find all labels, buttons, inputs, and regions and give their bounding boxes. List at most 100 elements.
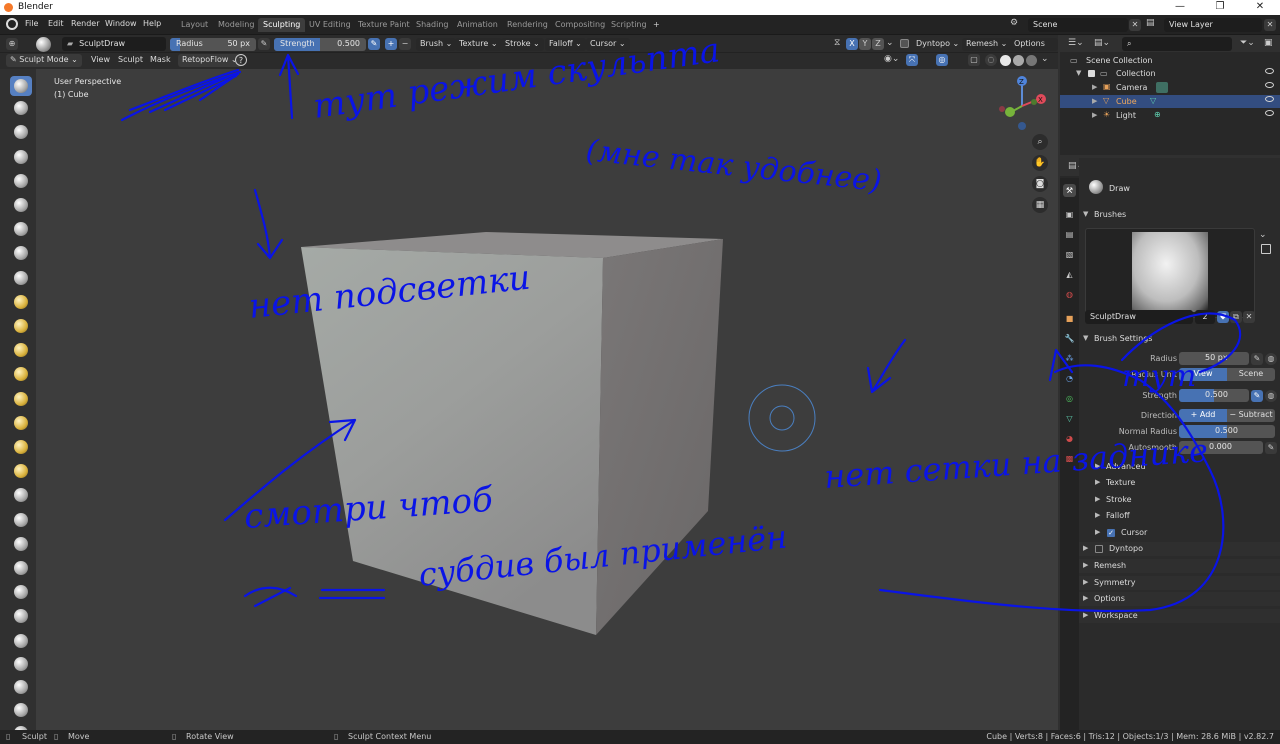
- strength-unified-icon[interactable]: ◍: [1265, 390, 1277, 402]
- dyntopo-panel-checkbox[interactable]: [1095, 545, 1103, 553]
- symmetry-x-toggle[interactable]: X: [846, 38, 858, 50]
- subpanel-falloff[interactable]: ▶ Falloff: [1091, 509, 1280, 523]
- tool-clay-icon[interactable]: [10, 122, 32, 142]
- radius-unit-view-button[interactable]: View: [1179, 368, 1227, 381]
- menu-edit[interactable]: Edit: [48, 19, 64, 28]
- tab-constraints-icon[interactable]: ◎: [1063, 392, 1076, 405]
- new-collection-icon[interactable]: ▣: [1264, 38, 1273, 48]
- gizmo-toggle-icon[interactable]: ⤧: [906, 54, 918, 66]
- strength-pressure-icon[interactable]: ✎: [1251, 390, 1263, 402]
- subpanel-texture[interactable]: ▶ Texture: [1091, 476, 1280, 490]
- tab-animation[interactable]: Animation: [452, 18, 503, 32]
- tab-physics-icon[interactable]: ◔: [1063, 372, 1076, 385]
- tool-draw-sharp-icon[interactable]: [10, 98, 32, 118]
- shading-rendered-icon[interactable]: [1026, 55, 1037, 66]
- radius-unified-icon[interactable]: ◍: [1265, 353, 1277, 365]
- tool-pose-icon[interactable]: [10, 485, 32, 505]
- tool-scrape-icon[interactable]: [10, 340, 32, 360]
- tool-inflate-icon[interactable]: [10, 195, 32, 215]
- visibility-eye-icon[interactable]: [1265, 96, 1274, 102]
- scene-close-icon[interactable]: ✕: [1129, 19, 1141, 31]
- tab-texture-icon[interactable]: ▩: [1063, 452, 1076, 465]
- view-layer-icon[interactable]: ▤: [1146, 18, 1160, 31]
- tool-draw-icon[interactable]: [10, 76, 32, 96]
- brush-preview-box[interactable]: [1085, 228, 1255, 318]
- outliner-editor-icon[interactable]: ☰⌄: [1068, 38, 1084, 48]
- tab-scripting[interactable]: Scripting: [606, 18, 652, 32]
- symmetry-y-toggle[interactable]: Y: [859, 38, 871, 50]
- shading-material-icon[interactable]: [1013, 55, 1024, 66]
- tab-modifiers-icon[interactable]: 🔧: [1063, 332, 1076, 345]
- subpanel-advanced[interactable]: ▶ Advanced: [1091, 460, 1280, 474]
- direction-subtract-option[interactable]: − Subtract: [1227, 409, 1275, 422]
- menu-render[interactable]: Render: [71, 19, 99, 28]
- blender-menu-icon[interactable]: [6, 18, 18, 30]
- tab-render-icon[interactable]: ▣: [1063, 208, 1076, 221]
- tool-simplify-icon[interactable]: [10, 582, 32, 602]
- collection-checkbox[interactable]: [1088, 70, 1095, 77]
- tab-data-icon[interactable]: ▽: [1063, 412, 1076, 425]
- radius-unit-scene-button[interactable]: Scene: [1227, 368, 1275, 381]
- tool-transform-icon[interactable]: [10, 700, 32, 720]
- brush-name-field[interactable]: ▰ SculptDraw: [62, 37, 166, 51]
- autosmooth-slider[interactable]: 0.000: [1179, 441, 1263, 454]
- cursor-checkbox[interactable]: ✓: [1107, 529, 1115, 537]
- tab-texture-paint[interactable]: Texture Paint: [353, 18, 415, 32]
- radius-pressure-icon[interactable]: ✎: [258, 38, 270, 50]
- tool-box-mask-icon[interactable]: [10, 631, 32, 651]
- brush-image-icon[interactable]: [1261, 244, 1271, 254]
- minimize-button[interactable]: —: [1160, 1, 1200, 12]
- tab-particles-icon[interactable]: ⁂: [1063, 352, 1076, 365]
- tool-thumb-icon[interactable]: [10, 461, 32, 481]
- tool-elastic-deform-icon[interactable]: [10, 413, 32, 433]
- 3d-viewport[interactable]: Z X User Perspective (1) Cube ⌕ ✋ ◙ ▦: [36, 69, 1058, 730]
- normal-radius-slider[interactable]: 0.500: [1179, 425, 1275, 438]
- visibility-eye-icon[interactable]: [1265, 82, 1274, 88]
- outliner-item-light[interactable]: ▶ ☀ Light ⊕: [1060, 109, 1280, 122]
- visibility-eye-icon[interactable]: [1265, 68, 1274, 74]
- tool-mask-icon[interactable]: [10, 606, 32, 626]
- overlay-toggle-icon[interactable]: ◎: [936, 54, 948, 66]
- tab-uv-editing[interactable]: UV Editing: [304, 18, 356, 32]
- dyntopo-dropdown[interactable]: Dyntopo ⌄: [912, 38, 963, 51]
- xray-toggle-icon[interactable]: ▢: [968, 54, 980, 66]
- menu-file[interactable]: File: [25, 19, 38, 28]
- radius-pressure-icon[interactable]: ✎: [1251, 353, 1263, 365]
- fake-user-shield-icon[interactable]: ⛊: [1217, 311, 1229, 323]
- tool-fill-icon[interactable]: [10, 316, 32, 336]
- tool-slide-relax-icon[interactable]: [10, 558, 32, 578]
- falloff-dropdown[interactable]: Falloff ⌄: [545, 38, 586, 51]
- display-mode-icon[interactable]: ▤⌄: [1094, 38, 1110, 48]
- shading-solid-icon[interactable]: [1000, 55, 1011, 66]
- panel-dyntopo[interactable]: ▶ Dyntopo: [1079, 542, 1280, 556]
- tool-smooth-icon[interactable]: [10, 268, 32, 288]
- mirror-options-icon[interactable]: ⌄: [886, 38, 894, 48]
- zoom-icon[interactable]: ⌕: [1032, 134, 1048, 150]
- gizmo-y-axis[interactable]: [1005, 107, 1015, 117]
- tab-output-icon[interactable]: ▤: [1063, 228, 1076, 241]
- view-layer-close-icon[interactable]: ✕: [1264, 19, 1276, 31]
- expand-arrow-icon[interactable]: ▶: [1092, 111, 1097, 119]
- outliner-item-cube[interactable]: ▶ ▽ Cube ▽: [1060, 95, 1280, 108]
- tab-modeling[interactable]: Modeling: [213, 18, 259, 32]
- view-layer-field[interactable]: View Layer: [1164, 18, 1262, 32]
- texture-dropdown[interactable]: Texture ⌄: [455, 38, 502, 51]
- tool-grab-icon[interactable]: [10, 389, 32, 409]
- strength-slider[interactable]: Strength 0.500: [274, 38, 366, 51]
- scene-icon[interactable]: ⚙: [1010, 18, 1026, 31]
- tab-shading[interactable]: Shading: [411, 18, 454, 32]
- direction-add-button[interactable]: +: [385, 38, 397, 50]
- brush-settings-panel-header[interactable]: ▼ Brush Settings: [1079, 332, 1280, 346]
- maximize-button[interactable]: ❐: [1200, 1, 1240, 12]
- visibility-eye-icon[interactable]: [1265, 110, 1274, 116]
- cursor-dropdown[interactable]: Cursor ⌄: [586, 38, 630, 51]
- scene-field[interactable]: Scene: [1028, 18, 1128, 32]
- dyntopo-checkbox[interactable]: [900, 39, 909, 48]
- tool-pinch-icon[interactable]: [10, 364, 32, 384]
- menu-sculpt[interactable]: Sculpt: [118, 55, 143, 64]
- tool-layer-icon[interactable]: [10, 171, 32, 191]
- pan-hand-icon[interactable]: ✋: [1032, 155, 1048, 171]
- tool-blob-icon[interactable]: [10, 219, 32, 239]
- tab-view-layer-icon[interactable]: ▧: [1063, 248, 1076, 261]
- ortho-toggle-icon[interactable]: ▦: [1032, 197, 1048, 213]
